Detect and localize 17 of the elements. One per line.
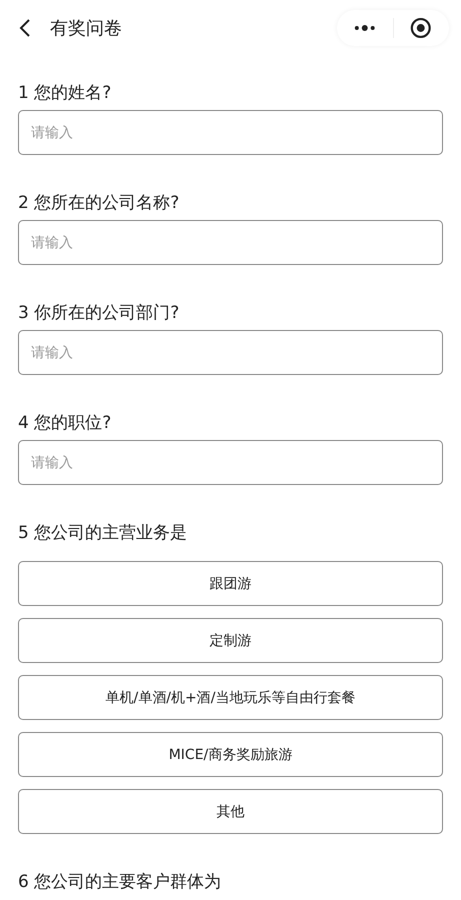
input-field[interactable]: 请输入 [18, 110, 443, 155]
option-button[interactable]: 其他 [18, 789, 443, 834]
question-label: 6 您公司的主要客户群体为 [18, 871, 222, 894]
input-field[interactable]: 请输入 [18, 220, 443, 265]
option-button[interactable]: 单机/单酒/机+酒/当地玩乐等自由行套餐 [18, 675, 443, 720]
input-field[interactable]: 请输入 [18, 330, 443, 375]
option-button[interactable]: MICE/商务奖励旅游 [18, 732, 443, 777]
question-label: 1 您的姓名? [18, 82, 112, 105]
question-label: 2 您所在的公司名称? [18, 192, 180, 215]
question-label: 5 您公司的主营业务是 [18, 522, 188, 545]
question-label: 4 您的职位? [18, 412, 112, 435]
back-icon[interactable] [18, 18, 32, 38]
option-button[interactable]: 定制游 [18, 618, 443, 663]
page-title: 有奖问卷 [50, 16, 123, 40]
input-field[interactable]: 请输入 [18, 440, 443, 485]
option-button[interactable]: 跟团游 [18, 561, 443, 606]
question-label: 3 你所在的公司部门? [18, 302, 180, 325]
